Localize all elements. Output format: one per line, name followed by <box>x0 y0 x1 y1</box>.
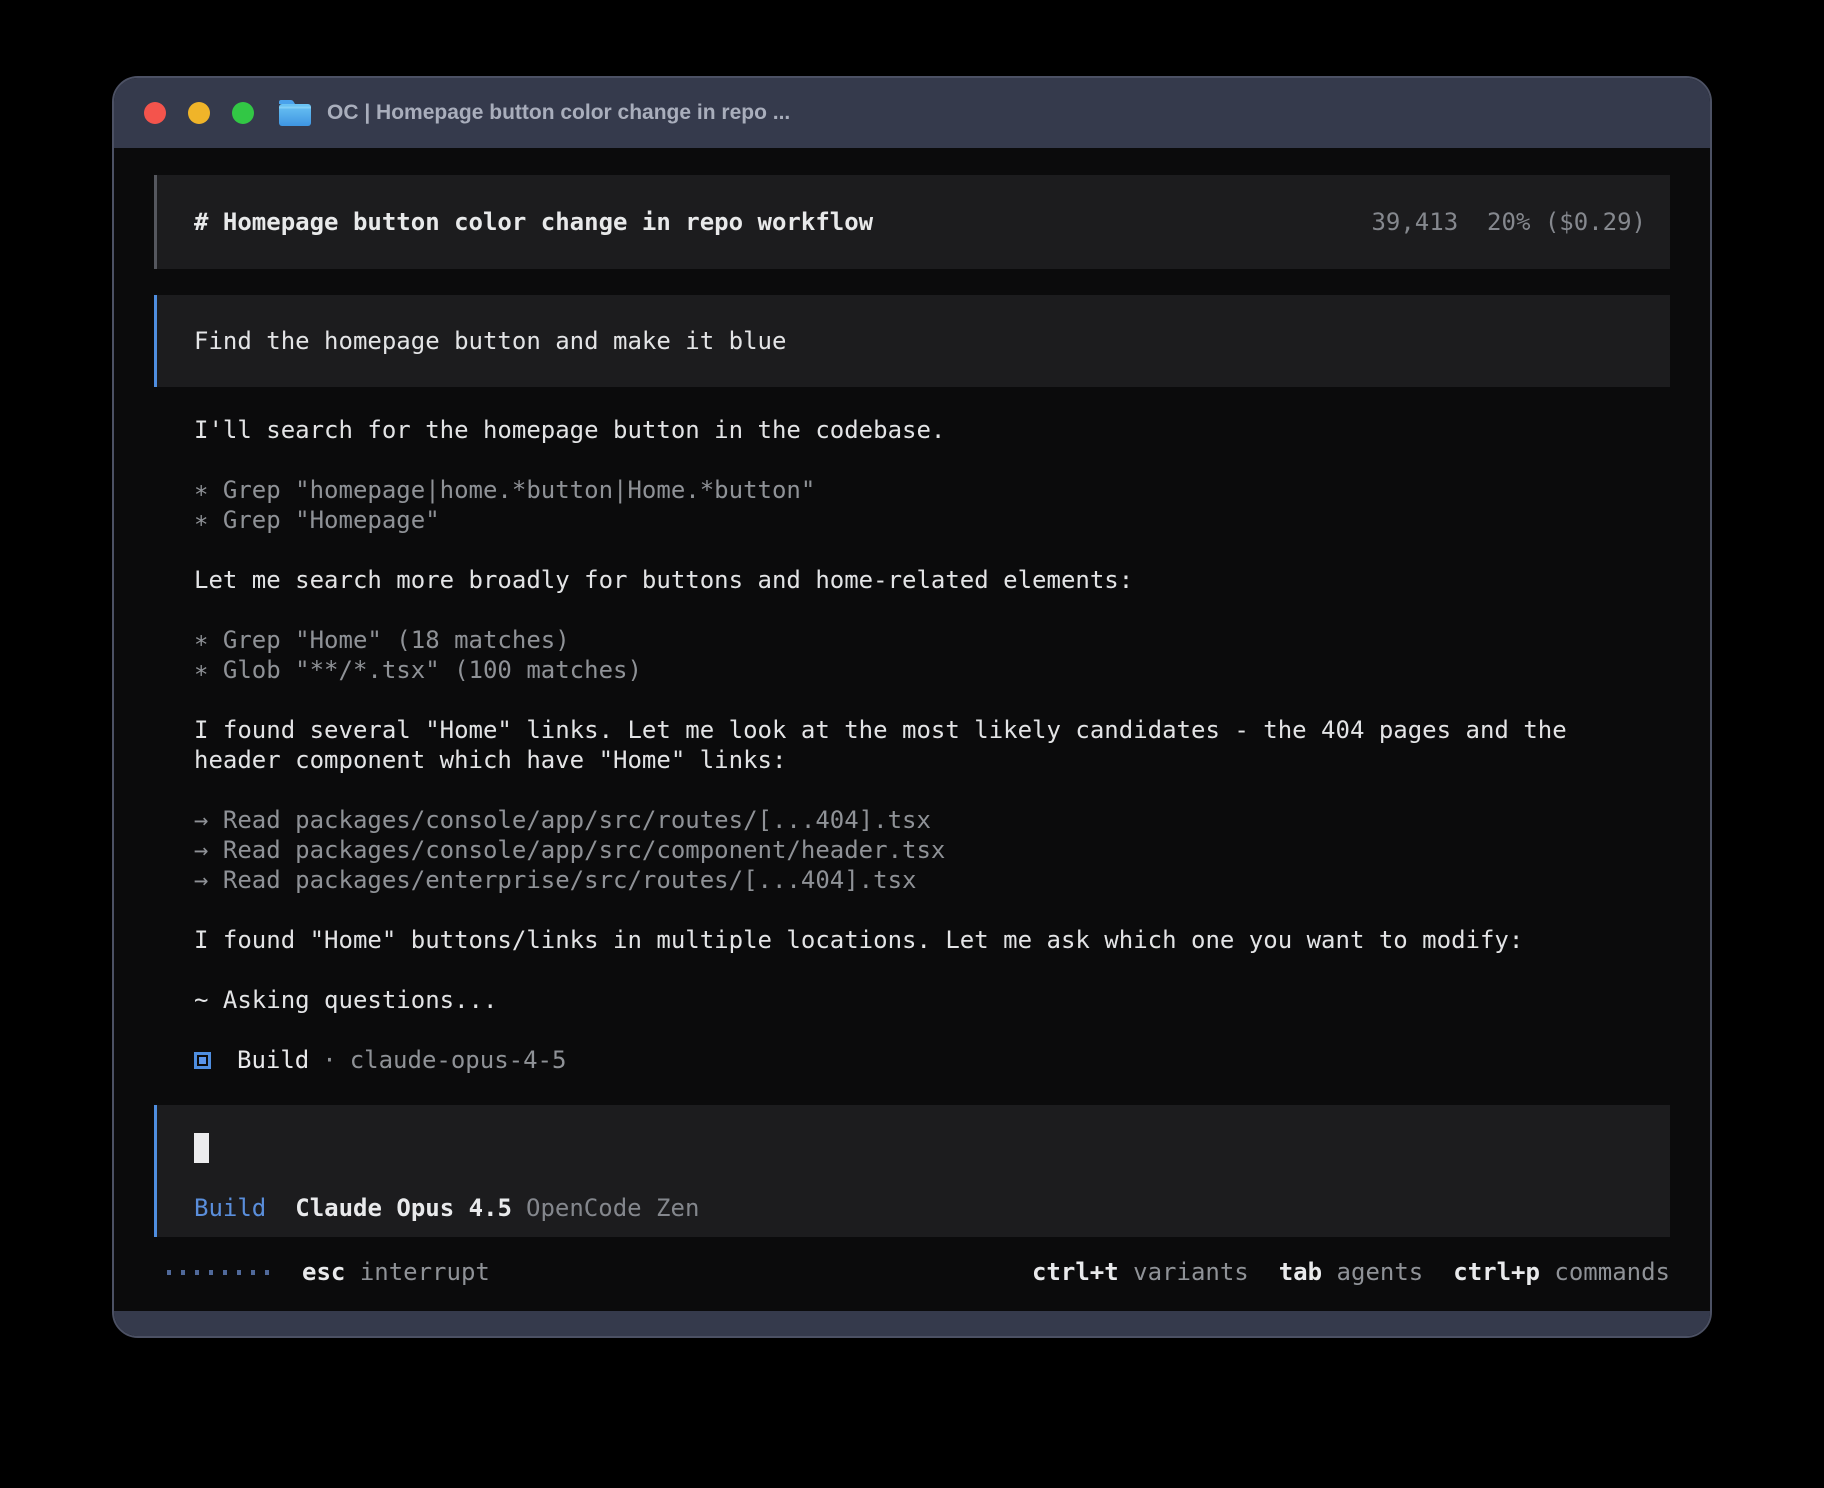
hint-interrupt: esc interrupt <box>302 1257 490 1287</box>
traffic-lights <box>144 102 254 124</box>
hint-variants: ctrl+t variants <box>1032 1257 1249 1287</box>
tool-call-group: ∗ Grep "homepage|home.*button|Home.*butt… <box>194 475 1670 535</box>
input-model-label: Claude Opus 4.5 <box>295 1193 512 1223</box>
prompt-input[interactable]: Build Claude Opus 4.5 OpenCode Zen <box>154 1105 1670 1237</box>
text-cursor <box>194 1133 209 1163</box>
zoom-button[interactable] <box>232 102 254 124</box>
user-message: Find the homepage button and make it blu… <box>154 295 1670 387</box>
tool-call-read: → Read packages/console/app/src/routes/[… <box>194 805 1670 835</box>
assistant-paragraph: Let me search more broadly for buttons a… <box>194 565 1670 595</box>
assistant-paragraph: I found several "Home" links. Let me loo… <box>194 715 1670 775</box>
minimize-button[interactable] <box>188 102 210 124</box>
input-meta: Build Claude Opus 4.5 OpenCode Zen <box>194 1193 1646 1223</box>
window-bottom-chrome <box>114 1311 1710 1336</box>
folder-icon <box>277 98 313 128</box>
user-message-text: Find the homepage button and make it blu… <box>194 326 786 356</box>
working-status: ~ Asking questions... <box>194 985 1670 1015</box>
tool-call-glob: ∗ Glob "**/*.tsx" (100 matches) <box>194 655 1670 685</box>
tool-call-grep: ∗ Grep "homepage|home.*button|Home.*butt… <box>194 475 1670 505</box>
hint-agents: tab agents <box>1279 1257 1424 1287</box>
agent-model: claude-opus-4-5 <box>350 1045 567 1075</box>
asking-questions-status: ~ Asking questions... <box>194 985 1670 1015</box>
close-button[interactable] <box>144 102 166 124</box>
tool-call-grep: ∗ Grep "Homepage" <box>194 505 1670 535</box>
agent-badge: Build · claude-opus-4-5 <box>194 1045 1670 1075</box>
tool-call-group: ∗ Grep "Home" (18 matches) ∗ Glob "**/*.… <box>194 625 1670 685</box>
status-bar: esc interrupt ctrl+t variants tab agents… <box>154 1257 1670 1287</box>
session-title: # Homepage button color change in repo w… <box>194 207 873 237</box>
status-right: ctrl+t variants tab agents ctrl+p comman… <box>1032 1257 1670 1287</box>
assistant-paragraph: I found "Home" buttons/links in multiple… <box>194 925 1670 955</box>
spinner-dots-icon <box>167 1270 269 1275</box>
desktop: { "titlebar": { "title": "OC | Homepage … <box>0 0 1824 1488</box>
window-title: OC | Homepage button color change in rep… <box>327 101 790 125</box>
input-provider-label: OpenCode Zen <box>526 1193 699 1223</box>
agent-square-icon <box>194 1052 211 1069</box>
tool-call-grep: ∗ Grep "Home" (18 matches) <box>194 625 1670 655</box>
status-left: esc interrupt <box>154 1257 490 1287</box>
tool-call-read: → Read packages/console/app/src/componen… <box>194 835 1670 865</box>
titlebar: OC | Homepage button color change in rep… <box>114 78 1710 148</box>
tool-call-read: → Read packages/enterprise/src/routes/[.… <box>194 865 1670 895</box>
session-header: # Homepage button color change in repo w… <box>154 175 1670 269</box>
session-stats: 39,413 20% ($0.29) <box>1371 207 1646 237</box>
terminal-window: OC | Homepage button color change in rep… <box>112 76 1712 1338</box>
tool-call-group: → Read packages/console/app/src/routes/[… <box>194 805 1670 895</box>
terminal-content: # Homepage button color change in repo w… <box>114 148 1710 1311</box>
input-agent-label: Build <box>194 1193 266 1223</box>
conversation: I'll search for the homepage button in t… <box>154 415 1670 1075</box>
badge-separator: · <box>322 1045 336 1075</box>
agent-name: Build <box>237 1045 309 1075</box>
hint-commands: ctrl+p commands <box>1453 1257 1670 1287</box>
assistant-paragraph: I'll search for the homepage button in t… <box>194 415 1670 445</box>
